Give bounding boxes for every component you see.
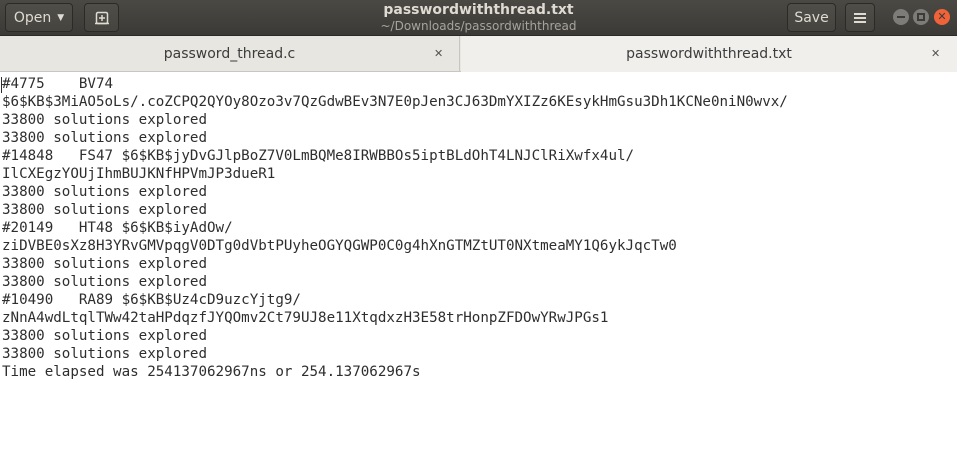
text-cursor <box>1 77 2 93</box>
minimize-icon <box>897 16 905 18</box>
tab-passwordwiththread-txt[interactable]: passwordwiththread.txt ✕ <box>461 36 957 72</box>
tab-close-icon[interactable]: ✕ <box>931 47 940 60</box>
editor-line: 33800 solutions explored <box>2 202 207 218</box>
editor-lines: #4775 BV74 $6$KB$3MiAO5oLs/.coZCPQ2QYOy8… <box>0 72 957 381</box>
editor-line: Time elapsed was 254137062967ns or 254.1… <box>2 364 421 380</box>
editor-line: #10490 RA89 $6$KB$Uz4cD9uzcYjtg9/ <box>2 292 301 308</box>
hamburger-menu-icon <box>854 12 866 23</box>
editor-line: IlCXEgzYOUjIhmBUJKNfHPVmJP3dueR1 <box>2 166 276 182</box>
editor-line: 33800 solutions explored <box>2 184 207 200</box>
close-icon: ✕ <box>937 10 947 23</box>
new-document-button[interactable] <box>84 3 119 32</box>
close-window-button[interactable]: ✕ <box>934 9 950 25</box>
text-editor[interactable]: #4775 BV74 $6$KB$3MiAO5oLs/.coZCPQ2QYOy8… <box>0 72 957 463</box>
tab-bar: password_thread.c ✕ passwordwiththread.t… <box>0 36 957 72</box>
editor-line: 33800 solutions explored <box>2 346 207 362</box>
editor-line: #20149 HT48 $6$KB$iyAdOw/ <box>2 220 233 236</box>
window-subtitle: ~/Downloads/passordwiththread <box>380 19 577 33</box>
editor-line: zNnA4wdLtqlTWw42taHPdqzfJYQOmv2Ct79UJ8e1… <box>2 310 609 326</box>
tab-label: password_thread.c <box>163 46 296 62</box>
editor-line: $6$KB$3MiAO5oLs/.coZCPQ2QYOy8Ozo3v7QzGdw… <box>2 94 788 110</box>
window-title-area: passwordwiththread.txt ~/Downloads/passo… <box>300 2 657 33</box>
editor-line: ziDVBE0sXz8H3YRvGMVpqgV0DTg0dVbtPUyheOGY… <box>2 238 677 254</box>
editor-line: 33800 solutions explored <box>2 256 207 272</box>
save-button[interactable]: Save <box>787 3 836 32</box>
open-label: Open <box>13 9 52 26</box>
header-bar: Open ▼ passwordwiththread.txt ~/Download… <box>0 0 957 36</box>
editor-line: 33800 solutions explored <box>2 130 207 146</box>
tab-label: passwordwiththread.txt <box>626 46 792 62</box>
tab-close-icon[interactable]: ✕ <box>434 47 443 60</box>
editor-line: #14848 FS47 $6$KB$jyDvGJlpBoZ7V0LmBQMe8I… <box>2 148 635 164</box>
editor-line: 33800 solutions explored <box>2 274 207 290</box>
save-label: Save <box>794 9 829 26</box>
maximize-icon <box>917 13 925 21</box>
editor-line: #4775 BV74 <box>2 76 114 92</box>
minimize-button[interactable] <box>893 9 909 25</box>
editor-line: 33800 solutions explored <box>2 328 207 344</box>
menu-button[interactable] <box>845 3 875 32</box>
open-button[interactable]: Open ▼ <box>5 3 73 32</box>
chevron-down-icon: ▼ <box>57 12 65 23</box>
window-title: passwordwiththread.txt <box>383 2 574 18</box>
tab-password-thread-c[interactable]: password_thread.c ✕ <box>0 36 460 72</box>
new-document-icon <box>94 11 109 24</box>
editor-line: 33800 solutions explored <box>2 112 207 128</box>
maximize-button[interactable] <box>913 9 929 25</box>
